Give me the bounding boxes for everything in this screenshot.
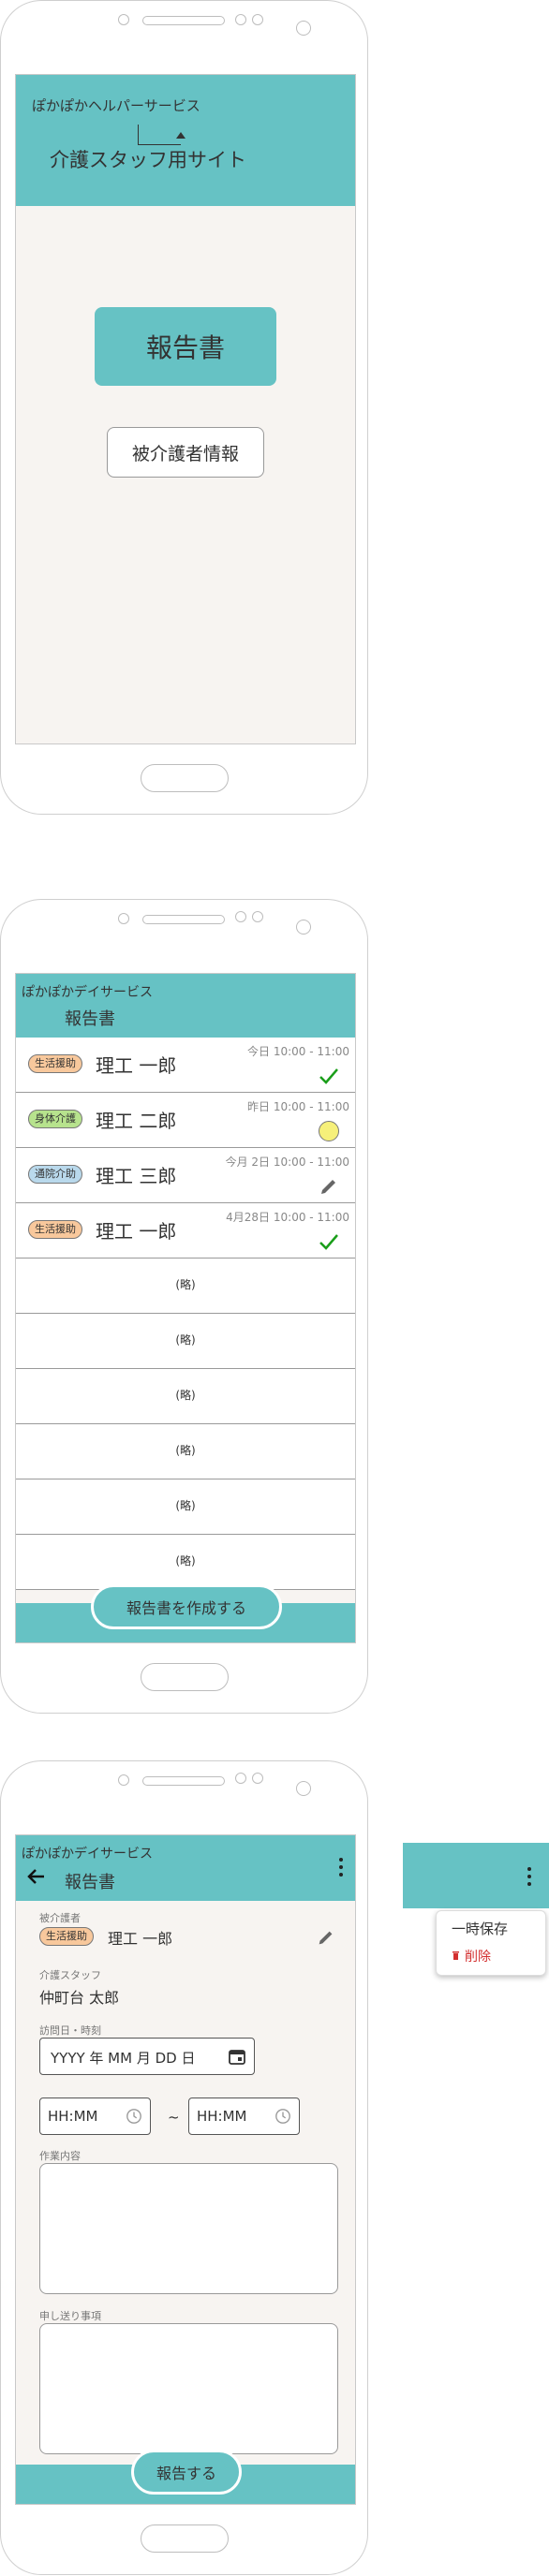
care-receiver-name: 理工 二郎	[96, 1110, 177, 1132]
front-camera	[296, 21, 311, 36]
end-time-field[interactable]: HH:MM	[188, 2098, 300, 2135]
more-menu-icon[interactable]	[525, 1865, 534, 1888]
clock-icon	[275, 2109, 290, 2124]
range-separator: ~	[168, 2109, 180, 2126]
trash-icon	[453, 1951, 459, 1960]
omitted-row: (略)	[16, 1535, 355, 1590]
check-icon	[319, 1234, 338, 1250]
pencil-icon[interactable]	[316, 1927, 336, 1948]
care-receiver-name: 理工 一郎	[108, 1930, 173, 1948]
service-badge: 生活援助	[39, 1927, 94, 1946]
start-time-placeholder: HH:MM	[48, 2108, 98, 2125]
service-badge: 生活援助	[28, 1220, 82, 1239]
home-button[interactable]	[141, 2524, 229, 2553]
end-time-placeholder: HH:MM	[197, 2108, 247, 2125]
connector-line	[138, 125, 181, 145]
camera-dot	[118, 14, 129, 25]
sensor-dot	[235, 1773, 246, 1784]
company-name: ぽかぽかデイサービス	[22, 985, 153, 1000]
omitted-row: (略)	[16, 1369, 355, 1424]
visit-time: 4月28日 10:00 - 11:00	[226, 1211, 349, 1224]
pencil-icon	[321, 1180, 335, 1194]
care-receiver-name: 理工 一郎	[96, 1054, 177, 1077]
report-button[interactable]: 報告書	[95, 307, 276, 386]
clock-icon	[126, 2109, 141, 2124]
speaker-grille	[142, 1776, 225, 1786]
staff-label: 介護スタッフ	[39, 1969, 101, 1981]
service-badge: 生活援助	[28, 1054, 82, 1073]
visit-time: 昨日 10:00 - 11:00	[247, 1100, 349, 1113]
report-row[interactable]: 通院介助 理工 三郎 今月 2日 10:00 - 11:00	[16, 1148, 355, 1203]
arrowhead-icon	[176, 132, 185, 139]
report-list-screen: ぽかぽかデイサービス 報告書 生活援助 理工 一郎 今日 10:00 - 11:…	[15, 973, 356, 1643]
create-report-button[interactable]: 報告書を作成する	[91, 1584, 282, 1629]
staff-name: 仲町台 太郎	[39, 1989, 120, 2007]
page-title: 報告書	[65, 1873, 115, 1892]
visit-date-field[interactable]: YYYY 年 MM 月 DD 日	[39, 2038, 255, 2075]
handover-notes-textarea[interactable]	[39, 2323, 338, 2454]
sensor-dot	[252, 14, 263, 25]
date-placeholder: YYYY 年 MM 月 DD 日	[51, 2050, 196, 2067]
overflow-menu: 一時保存 削除	[436, 1910, 546, 1976]
yellow-circle-icon	[319, 1121, 339, 1141]
submit-report-button[interactable]: 報告する	[131, 2450, 242, 2495]
service-badge: 通院介助	[28, 1165, 82, 1184]
company-name: ぽかぽかデイサービス	[22, 1847, 153, 1862]
app-header: ぽかぽかヘルパーサービス 介護スタッフ用サイト	[16, 75, 355, 206]
phone-frame-middle: ぽかぽかデイサービス 報告書 生活援助 理工 一郎 今日 10:00 - 11:…	[0, 899, 368, 1714]
more-menu-icon[interactable]	[336, 1856, 346, 1878]
menu-item-delete[interactable]: 削除	[465, 1947, 491, 1965]
work-content-label: 作業内容	[39, 2150, 81, 2162]
home-screen: ぽかぽかヘルパーサービス 介護スタッフ用サイト 報告書 被介護者情報	[15, 74, 356, 744]
page-title: 報告書	[65, 1009, 115, 1029]
care-receiver-label: 被介護者	[39, 1912, 81, 1924]
phone-frame-top: ぽかぽかヘルパーサービス 介護スタッフ用サイト 報告書 被介護者情報	[0, 0, 368, 815]
home-button[interactable]	[141, 764, 229, 792]
home-button[interactable]	[141, 1663, 229, 1691]
care-receiver-name: 理工 一郎	[96, 1220, 177, 1243]
visit-time: 今日 10:00 - 11:00	[247, 1045, 349, 1058]
care-receiver-info-button[interactable]: 被介護者情報	[107, 427, 264, 478]
sensor-dot	[235, 14, 246, 25]
sensor-dot	[235, 911, 246, 922]
menu-item-save-draft[interactable]: 一時保存	[452, 1919, 508, 1938]
company-name: ぽかぽかヘルパーサービス	[32, 97, 200, 114]
omitted-row: (略)	[16, 1259, 355, 1314]
menu-header-detail	[403, 1843, 549, 1908]
camera-dot	[118, 913, 129, 924]
report-form-screen: ぽかぽかデイサービス 報告書 被介護者 生活援助 理工 一郎 介護スタッフ 仲町…	[15, 1834, 356, 2505]
start-time-field[interactable]: HH:MM	[39, 2098, 151, 2135]
phone-frame-bottom: ぽかぽかデイサービス 報告書 被介護者 生活援助 理工 一郎 介護スタッフ 仲町…	[0, 1760, 368, 2575]
visit-time: 今月 2日 10:00 - 11:00	[225, 1156, 349, 1169]
calendar-icon	[229, 2050, 245, 2065]
report-list: 生活援助 理工 一郎 今日 10:00 - 11:00 身体介護 理工 二郎 昨…	[16, 1038, 355, 1590]
speaker-grille	[142, 16, 225, 25]
front-camera	[296, 1781, 311, 1796]
omitted-row: (略)	[16, 1424, 355, 1479]
front-camera	[296, 920, 311, 935]
camera-dot	[118, 1774, 129, 1786]
care-receiver-name: 理工 三郎	[96, 1165, 177, 1187]
site-title: 介護スタッフ用サイト	[50, 149, 246, 171]
report-row[interactable]: 生活援助 理工 一郎 4月28日 10:00 - 11:00	[16, 1203, 355, 1259]
report-row[interactable]: 生活援助 理工 一郎 今日 10:00 - 11:00	[16, 1038, 355, 1093]
work-content-textarea[interactable]	[39, 2163, 338, 2294]
sensor-dot	[252, 911, 263, 922]
visit-datetime-label: 訪問日・時刻	[39, 2024, 101, 2037]
check-icon	[319, 1068, 338, 1084]
app-header: ぽかぽかデイサービス 報告書	[16, 974, 355, 1038]
back-arrow-icon[interactable]	[25, 1865, 48, 1888]
sensor-dot	[252, 1773, 263, 1784]
handover-notes-label: 申し送り事項	[39, 2310, 101, 2322]
omitted-row: (略)	[16, 1479, 355, 1535]
omitted-row: (略)	[16, 1314, 355, 1369]
service-badge: 身体介護	[28, 1110, 82, 1128]
report-row[interactable]: 身体介護 理工 二郎 昨日 10:00 - 11:00	[16, 1093, 355, 1148]
speaker-grille	[142, 915, 225, 924]
app-header: ぽかぽかデイサービス 報告書	[16, 1835, 355, 1901]
